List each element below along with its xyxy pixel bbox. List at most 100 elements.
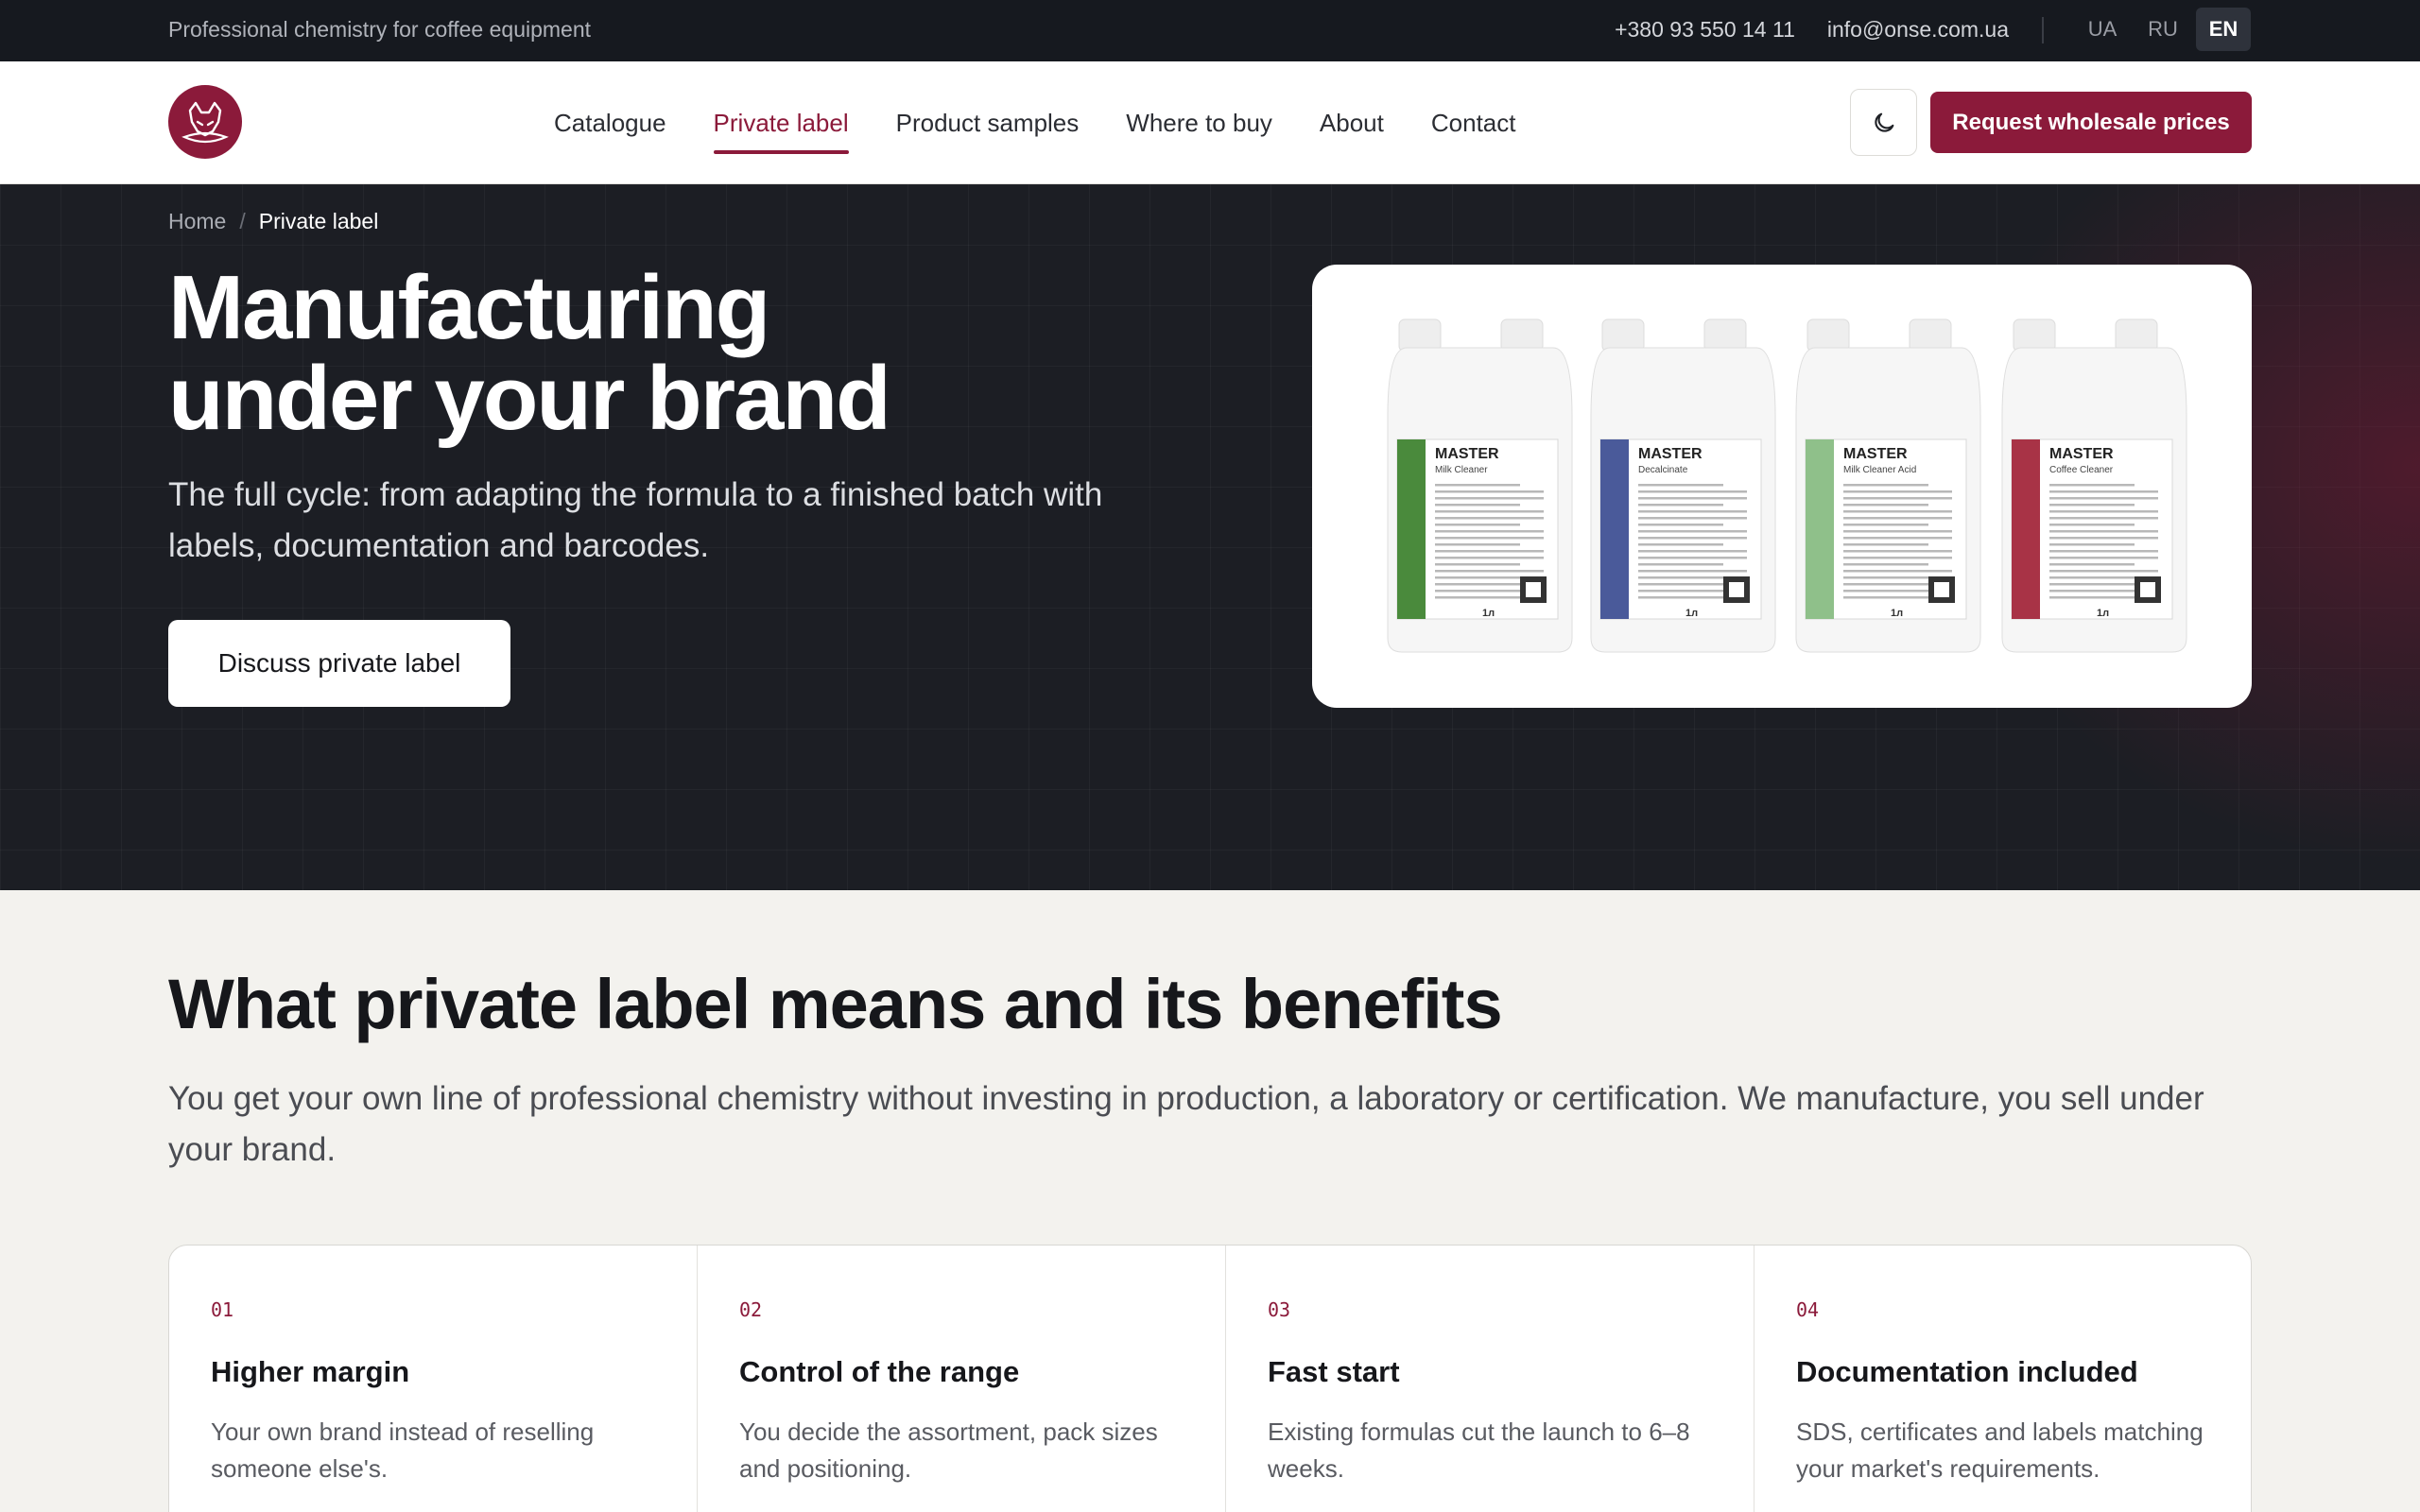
label-text-line [1435, 524, 1520, 526]
label-text-line [1843, 543, 1928, 546]
benefit-number: 02 [739, 1298, 763, 1321]
nav-contact[interactable]: Contact [1431, 61, 1516, 184]
breadcrumb-separator: / [239, 209, 246, 233]
request-wholesale-button[interactable]: Request wholesale prices [1930, 92, 2252, 153]
nav-where-to-buy[interactable]: Where to buy [1126, 61, 1272, 184]
email-link[interactable]: info@onse.com.ua [1827, 17, 2009, 43]
label-text-line [1435, 557, 1544, 559]
breadcrumb: Home / Private label [168, 209, 378, 234]
bottle-cap [2013, 318, 2056, 352]
benefit-title: Higher margin [211, 1355, 410, 1388]
lang-ru[interactable]: RU [2135, 8, 2190, 51]
bottle-cap [1806, 318, 1850, 352]
tagline: Professional chemistry for coffee equipm… [168, 17, 592, 42]
discuss-private-label-button[interactable]: Discuss private label [168, 620, 510, 707]
product-bottle: MASTER Milk Cleaner Acid 1л [1795, 318, 1981, 653]
nav-about[interactable]: About [1320, 61, 1384, 184]
benefits-cards: 01 Higher margin Your own brand instead … [168, 1245, 2252, 1512]
product-brand: MASTER [2049, 446, 2114, 462]
lang-en[interactable]: EN [2196, 8, 2251, 51]
label-text-line [1435, 583, 1520, 586]
qr-code-inner [1526, 582, 1541, 597]
label-text-line [1843, 497, 1952, 500]
label-text-line [1435, 517, 1544, 520]
nav-product-samples[interactable]: Product samples [896, 61, 1080, 184]
product-volume: 1л [1482, 608, 1495, 619]
benefit-desc: SDS, certificates and labels matching yo… [1796, 1418, 2204, 1483]
label-text-line [1638, 484, 1723, 487]
benefit-card: 02 Control of the range You decide the a… [698, 1246, 1226, 1512]
product-bottle: MASTER Coffee Cleaner 1л [2001, 318, 2187, 653]
label-text-line [1843, 563, 1928, 566]
nav-private-label[interactable]: Private label [713, 61, 849, 184]
fox-logo-icon [182, 101, 229, 144]
main-nav: Catalogue Private label Product samples … [554, 61, 1515, 184]
label-text-line [2049, 504, 2135, 507]
label-text-line [1638, 550, 1747, 553]
label-text-line [1638, 543, 1723, 546]
benefit-card: 04 Documentation included SDS, certifica… [1754, 1246, 2282, 1512]
qr-code-inner [1934, 582, 1949, 597]
label-text-line [1843, 550, 1952, 553]
theme-toggle-button[interactable] [1850, 89, 1917, 156]
benefits-subtitle: You get your own line of professional ch… [168, 1080, 2204, 1168]
label-text-line [2049, 583, 2135, 586]
label-text-line [2049, 497, 2158, 500]
label-text-line [1638, 557, 1747, 559]
product-brand: MASTER [1638, 446, 1703, 462]
label-text-line [1638, 537, 1747, 540]
breadcrumb-home[interactable]: Home [168, 209, 226, 234]
label-stripe [1806, 439, 1834, 619]
label-text-line [1638, 524, 1723, 526]
bottle-cap [1601, 318, 1645, 352]
product-image-card: MASTER Milk Cleaner 1л MASTER Decalcinate 1л M… [1312, 265, 2252, 708]
bottle-cap [1909, 318, 1952, 352]
logo[interactable] [168, 85, 242, 159]
label-text-line [1843, 557, 1952, 559]
qr-code-inner [2140, 582, 2155, 597]
label-text-line [1638, 504, 1723, 507]
label-text-line [1843, 524, 1928, 526]
nav-catalogue[interactable]: Catalogue [554, 61, 666, 184]
benefit-desc: You decide the assortment, pack sizes an… [739, 1418, 1158, 1483]
label-text-line [2049, 530, 2158, 533]
benefit-card: 03 Fast start Existing formulas cut the … [1226, 1246, 1754, 1512]
contacts: +380 93 550 14 11 info@onse.com.ua [1615, 17, 2009, 43]
label-text-line [1638, 530, 1747, 533]
label-text-line [1843, 537, 1952, 540]
hero-section: Home / Private label Manufacturing under… [0, 184, 2420, 890]
product-name: Milk Cleaner [1435, 465, 1488, 475]
label-text-line [2049, 550, 2158, 553]
product-bottle: MASTER Milk Cleaner 1л [1387, 318, 1573, 653]
label-text-line [1843, 517, 1952, 520]
title-line-1: Manufacturing [168, 257, 770, 358]
benefit-number: 04 [1796, 1298, 1820, 1321]
label-text-line [1638, 510, 1747, 513]
product-brand: MASTER [1435, 446, 1499, 462]
phone-link[interactable]: +380 93 550 14 11 [1615, 17, 1795, 43]
product-volume: 1л [1891, 608, 1903, 619]
product-volume: 1л [2097, 608, 2109, 619]
benefit-desc: Existing formulas cut the launch to 6–8 … [1268, 1418, 1690, 1483]
bottle-cap [1398, 318, 1442, 352]
label-text-line [1638, 570, 1747, 573]
label-text-line [1638, 490, 1747, 493]
label-text-line [1435, 550, 1544, 553]
benefit-card: 01 Higher margin Your own brand instead … [169, 1246, 698, 1512]
bottle-cap [1703, 318, 1747, 352]
label-text-line [1435, 543, 1520, 546]
product-name: Milk Cleaner Acid [1843, 465, 1916, 475]
label-text-line [1843, 510, 1952, 513]
label-text-line [1638, 517, 1747, 520]
label-text-line [2049, 570, 2158, 573]
page-title: Manufacturing under your brand [168, 263, 1208, 444]
label-text-line [2049, 517, 2158, 520]
product-brand: MASTER [1843, 446, 1908, 462]
label-text-line [2049, 537, 2158, 540]
lang-ua[interactable]: UA [2075, 8, 2130, 51]
label-text-line [1843, 583, 1928, 586]
label-text-line [1435, 537, 1544, 540]
product-bottle: MASTER Decalcinate 1л [1590, 318, 1776, 653]
label-text-line [1843, 570, 1952, 573]
label-text-line [1435, 497, 1544, 500]
